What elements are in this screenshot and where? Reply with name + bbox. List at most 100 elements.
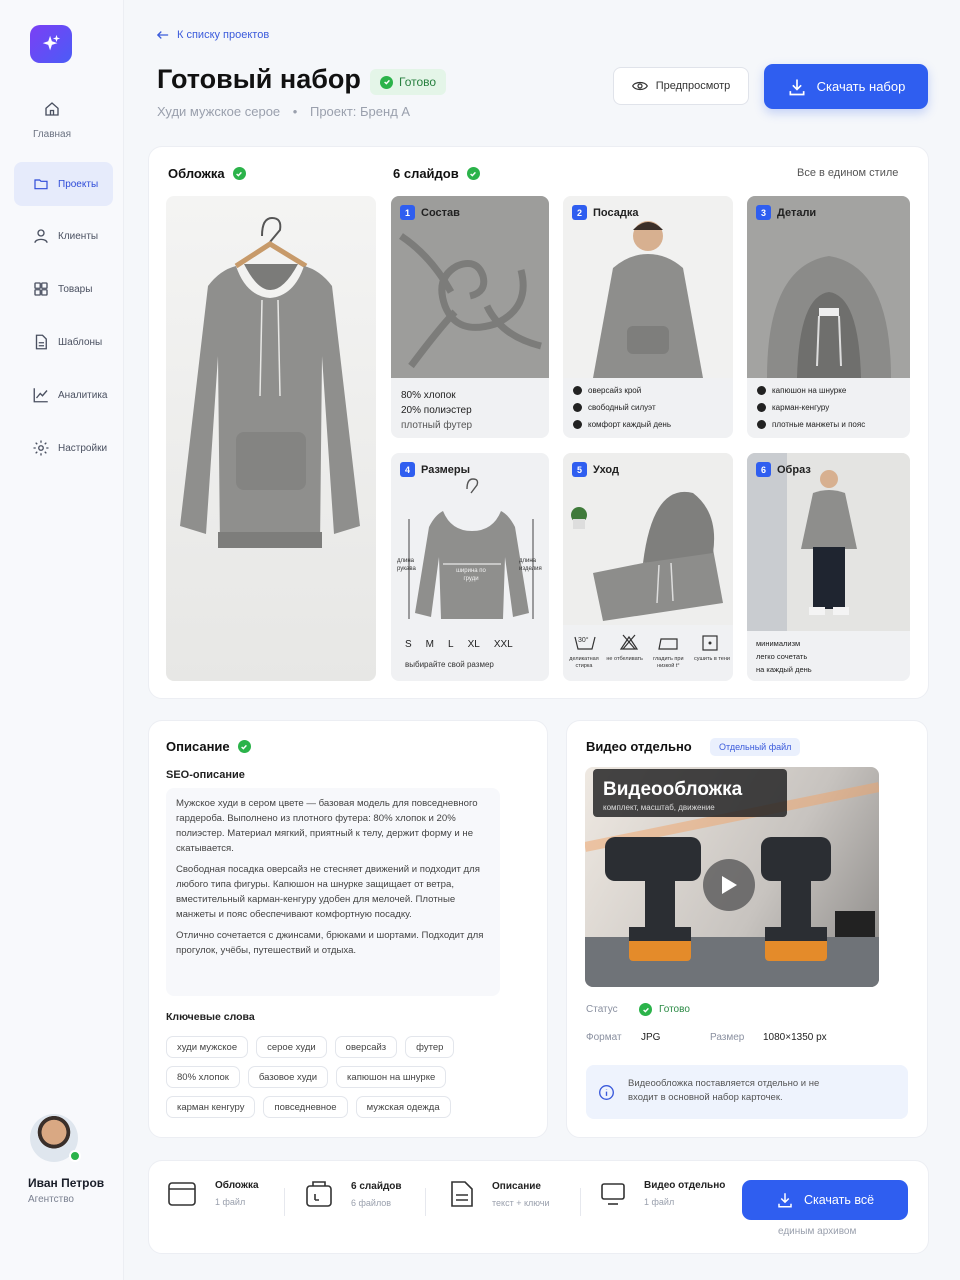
sidebar-item-home[interactable]: Главная	[14, 100, 90, 140]
chart-icon	[33, 388, 48, 403]
play-icon	[722, 876, 737, 894]
sidebar-item-label: Проекты	[58, 178, 99, 190]
divider	[425, 1188, 426, 1216]
info-icon	[599, 1085, 614, 1100]
arrow-left-icon	[157, 31, 169, 39]
slide-title: Образ	[777, 463, 811, 476]
wash-temp: 30°	[578, 637, 589, 644]
seo-paragraph: Отлично сочетается с джинсами, брюками и…	[176, 930, 484, 956]
separator-dot: •	[292, 104, 298, 119]
sidebar-item-templates[interactable]: Шаблоны	[14, 320, 113, 364]
check-icon	[237, 740, 251, 753]
sidebar-item-projects[interactable]: Проекты	[14, 162, 113, 206]
slide-1-composition[interactable]: 1 Состав 80% хлопок 20% полиэстер плотный…	[391, 196, 549, 438]
download-icon	[778, 1193, 792, 1208]
summary-video: Видео отдельно 1 файл	[600, 1180, 725, 1207]
size-chart-image	[408, 478, 534, 619]
keyword-tag[interactable]: повседневное	[263, 1096, 348, 1118]
summary-cover: Обложка 1 файл	[167, 1180, 259, 1207]
full-look-image	[747, 453, 910, 631]
keywords-title: Ключевые слова	[166, 1011, 255, 1023]
slide-number: 3	[756, 205, 771, 220]
separate-file-badge: Отдельный файл	[710, 738, 801, 756]
divider	[284, 1188, 285, 1216]
play-button[interactable]	[703, 859, 755, 911]
grid-icon	[34, 282, 48, 296]
divider	[580, 1188, 581, 1216]
chest-width-label: ширина по груди	[456, 568, 486, 582]
keyword-tag[interactable]: худи мужское	[166, 1036, 249, 1058]
download-all-button[interactable]: Скачать всё	[742, 1180, 908, 1220]
size-option: S	[405, 639, 412, 650]
video-cover-preview[interactable]: Видеообложка комплект, масштаб, движение	[585, 767, 879, 987]
slides-title-label: 6 слайдов	[393, 166, 459, 181]
sidebar-item-settings[interactable]: Настройки	[14, 426, 113, 470]
fit-bullet: свободный силуэт	[573, 403, 656, 412]
size-caption: выбирайте свой размер	[405, 660, 494, 669]
cover-image[interactable]	[166, 196, 376, 681]
slide-5-care[interactable]: 5 Уход 30° деликатная стирка не отбеливат…	[563, 453, 733, 681]
detail-bullet: капюшон на шнурке	[757, 386, 846, 395]
care-labels: деликатная стирка не отбеливать гладить …	[565, 656, 731, 670]
keyword-tag[interactable]: карман кенгуру	[166, 1096, 256, 1118]
slides-file-icon	[306, 1181, 332, 1207]
back-link[interactable]: К списку проектов	[157, 29, 269, 41]
seo-paragraph: Мужское худи в сером цвете — базовая мод…	[176, 798, 478, 854]
home-icon	[45, 102, 59, 116]
sidebar-item-analytics[interactable]: Аналитика	[14, 373, 113, 417]
video-status-label: Статус	[586, 1004, 618, 1015]
status-badge-label: Готово	[399, 75, 437, 89]
size-option: L	[448, 639, 454, 650]
detail-bullet: карман-кенгуру	[757, 403, 829, 412]
sidebar-item-label: Главная	[32, 129, 72, 140]
check-icon	[380, 75, 393, 89]
size-option: M	[425, 639, 435, 650]
description-title-label: Описание	[166, 739, 230, 754]
video-size-label: Размер	[710, 1032, 745, 1043]
status-badge: Готово	[370, 69, 447, 95]
composition-lines: 80% хлопок 20% полиэстер плотный футер	[401, 388, 472, 433]
look-line: минимализм	[756, 639, 801, 648]
summary-title: 6 слайдов	[351, 1180, 402, 1192]
seo-description-text[interactable]: Мужское худи в сером цвете — базовая мод…	[166, 788, 500, 996]
preview-button[interactable]: Предпросмотр	[613, 67, 749, 105]
keyword-tag[interactable]: 80% хлопок	[166, 1066, 240, 1088]
user-icon	[34, 229, 48, 243]
slide-3-details[interactable]: 3 Детали капюшон на шнурке карман-кенгуру…	[747, 196, 910, 438]
keyword-tag[interactable]: серое худи	[256, 1036, 327, 1058]
sidebar-item-label: Товары	[58, 283, 93, 295]
download-kit-button[interactable]: Скачать набор	[764, 64, 928, 109]
slide-header: 6 Образ	[756, 462, 811, 477]
summary-slides: 6 слайдов 6 файлов	[305, 1180, 402, 1208]
slide-title: Размеры	[421, 463, 471, 476]
text-file-icon	[451, 1181, 473, 1207]
body-length-label: длина изделия	[519, 558, 542, 572]
size-option: XL	[467, 639, 480, 650]
slide-2-fit[interactable]: 2 Посадка оверсайз крой свободный силуэт …	[563, 196, 733, 438]
slide-header: 4 Размеры	[400, 462, 470, 477]
cover-file-icon	[168, 1181, 196, 1206]
document-icon	[35, 334, 47, 350]
sidebar-item-products[interactable]: Товары	[14, 267, 113, 311]
slide-title: Посадка	[593, 206, 639, 219]
app-logo[interactable]	[30, 25, 72, 63]
composition-line: 20% полиэстер	[401, 405, 472, 416]
slides-section-title: 6 слайдов	[393, 166, 480, 181]
keyword-tag[interactable]: мужская одежда	[355, 1096, 451, 1118]
keyword-tag[interactable]: футер	[405, 1036, 455, 1058]
summary-sub: 6 файлов	[351, 1197, 392, 1208]
slide-title: Детали	[777, 206, 817, 219]
video-status-text: Готово	[659, 1004, 690, 1015]
size-list: S M L XL XXL	[405, 639, 513, 650]
slide-4-sizes[interactable]: 4 Размеры длина рукава длина изделия шири…	[391, 453, 549, 681]
slide-6-look[interactable]: 6 Образ минимализм легко сочетать на кажд…	[747, 453, 910, 681]
keyword-tag[interactable]: оверсайз	[334, 1036, 398, 1058]
care-icons	[574, 634, 718, 651]
keyword-tag[interactable]: базовое худи	[247, 1066, 329, 1088]
user-name: Иван Петров	[28, 1176, 105, 1190]
sidebar-item-clients[interactable]: Клиенты	[14, 214, 113, 258]
keyword-tag[interactable]: капюшон на шнурке	[336, 1066, 447, 1088]
care-label: сушить в тени	[693, 656, 730, 662]
check-icon	[466, 167, 480, 180]
slide-number: 6	[756, 462, 771, 477]
